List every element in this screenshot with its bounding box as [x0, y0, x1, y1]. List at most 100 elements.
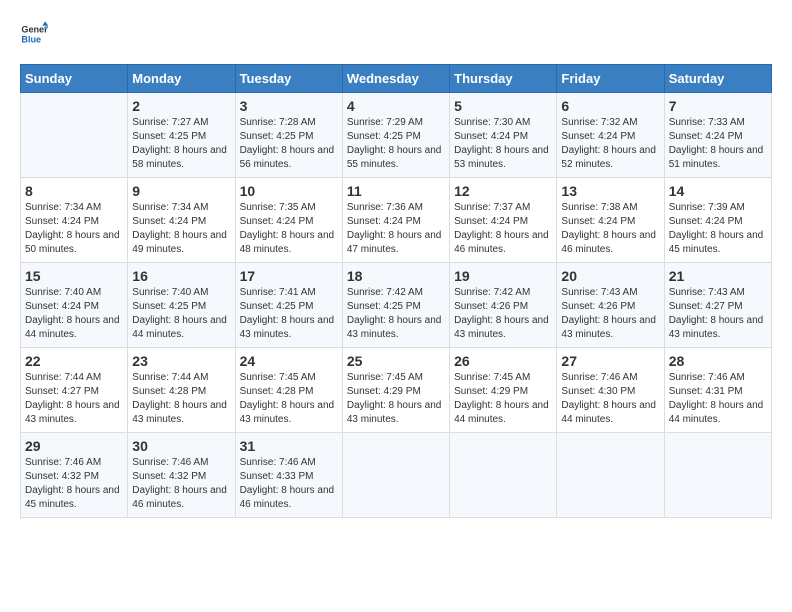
- day-info: Sunrise: 7:46 AMSunset: 4:30 PMDaylight:…: [561, 371, 659, 427]
- calendar-cell: 2 Sunrise: 7:27 AMSunset: 4:25 PMDaylight…: [128, 93, 235, 178]
- day-info: Sunrise: 7:30 AMSunset: 4:24 PMDaylight:…: [454, 116, 552, 172]
- day-info: Sunrise: 7:38 AMSunset: 4:24 PMDaylight:…: [561, 201, 659, 257]
- svg-text:Blue: Blue: [21, 34, 41, 44]
- day-number: 4: [347, 98, 445, 114]
- day-info: Sunrise: 7:40 AMSunset: 4:25 PMDaylight:…: [132, 286, 230, 342]
- calendar-cell: [664, 433, 771, 518]
- day-number: 24: [240, 353, 338, 369]
- day-info: Sunrise: 7:27 AMSunset: 4:25 PMDaylight:…: [132, 116, 230, 172]
- day-header-saturday: Saturday: [664, 65, 771, 93]
- day-number: 28: [669, 353, 767, 369]
- logo: General Blue: [20, 20, 48, 48]
- calendar-cell: 28 Sunrise: 7:46 AMSunset: 4:31 PMDayligh…: [664, 348, 771, 433]
- calendar-cell: [21, 93, 128, 178]
- calendar-cell: 19Sunrise: 7:42 AMSunset: 4:26 PMDayligh…: [450, 263, 557, 348]
- calendar-row: 15 Sunrise: 7:40 AMSunset: 4:24 PMDayligh…: [21, 263, 772, 348]
- calendar-cell: 6 Sunrise: 7:32 AMSunset: 4:24 PMDaylight…: [557, 93, 664, 178]
- day-info: Sunrise: 7:32 AMSunset: 4:24 PMDaylight:…: [561, 116, 659, 172]
- calendar-cell: 9Sunrise: 7:34 AMSunset: 4:24 PMDaylight…: [128, 178, 235, 263]
- day-number: 27: [561, 353, 659, 369]
- day-info: Sunrise: 7:35 AMSunset: 4:24 PMDaylight:…: [240, 201, 338, 257]
- day-info: Sunrise: 7:33 AMSunset: 4:24 PMDaylight:…: [669, 116, 767, 172]
- day-info: Sunrise: 7:28 AMSunset: 4:25 PMDaylight:…: [240, 116, 338, 172]
- day-header-thursday: Thursday: [450, 65, 557, 93]
- calendar-cell: 25Sunrise: 7:45 AMSunset: 4:29 PMDayligh…: [342, 348, 449, 433]
- day-info: Sunrise: 7:34 AMSunset: 4:24 PMDaylight:…: [25, 201, 123, 257]
- calendar-cell: 12 Sunrise: 7:37 AMSunset: 4:24 PMDayligh…: [450, 178, 557, 263]
- calendar-cell: 30 Sunrise: 7:46 AMSunset: 4:32 PMDayligh…: [128, 433, 235, 518]
- calendar-cell: 29Sunrise: 7:46 AMSunset: 4:32 PMDayligh…: [21, 433, 128, 518]
- day-info: Sunrise: 7:43 AMSunset: 4:27 PMDaylight:…: [669, 286, 767, 342]
- day-number: 3: [240, 98, 338, 114]
- day-number: 5: [454, 98, 552, 114]
- svg-text:General: General: [21, 25, 48, 35]
- day-number: 29: [25, 438, 123, 454]
- day-info: Sunrise: 7:39 AMSunset: 4:24 PMDaylight:…: [669, 201, 767, 257]
- day-header-friday: Friday: [557, 65, 664, 93]
- calendar-row: 22 Sunrise: 7:44 AMSunset: 4:27 PMDayligh…: [21, 348, 772, 433]
- calendar-cell: 5 Sunrise: 7:30 AMSunset: 4:24 PMDaylight…: [450, 93, 557, 178]
- day-number: 31: [240, 438, 338, 454]
- day-number: 8: [25, 183, 123, 199]
- day-number: 9: [132, 183, 230, 199]
- calendar-cell: [450, 433, 557, 518]
- calendar-cell: 13Sunrise: 7:38 AMSunset: 4:24 PMDayligh…: [557, 178, 664, 263]
- day-info: Sunrise: 7:45 AMSunset: 4:29 PMDaylight:…: [347, 371, 445, 427]
- day-header-sunday: Sunday: [21, 65, 128, 93]
- calendar-table: SundayMondayTuesdayWednesdayThursdayFrid…: [20, 64, 772, 518]
- day-info: Sunrise: 7:46 AMSunset: 4:32 PMDaylight:…: [132, 456, 230, 512]
- day-info: Sunrise: 7:40 AMSunset: 4:24 PMDaylight:…: [25, 286, 123, 342]
- day-number: 11: [347, 183, 445, 199]
- day-info: Sunrise: 7:42 AMSunset: 4:25 PMDaylight:…: [347, 286, 445, 342]
- calendar-cell: 16 Sunrise: 7:40 AMSunset: 4:25 PMDayligh…: [128, 263, 235, 348]
- calendar-cell: 10 Sunrise: 7:35 AMSunset: 4:24 PMDayligh…: [235, 178, 342, 263]
- calendar-row: 29 Sunrise: 7:46 AMSunset: 4:32 PMDayligh…: [21, 433, 772, 518]
- day-number: 12: [454, 183, 552, 199]
- day-info: Sunrise: 7:29 AMSunset: 4:25 PMDaylight:…: [347, 116, 445, 172]
- day-number: 2: [132, 98, 230, 114]
- day-info: Sunrise: 7:37 AMSunset: 4:24 PMDaylight:…: [454, 201, 552, 257]
- day-number: 30: [132, 438, 230, 454]
- day-number: 21: [669, 268, 767, 284]
- days-header-row: SundayMondayTuesdayWednesdayThursdayFrid…: [21, 65, 772, 93]
- calendar-cell: [342, 433, 449, 518]
- day-info: Sunrise: 7:45 AMSunset: 4:28 PMDaylight:…: [240, 371, 338, 427]
- calendar-cell: 8 Sunrise: 7:34 AMSunset: 4:24 PMDaylight…: [21, 178, 128, 263]
- logo-icon: General Blue: [20, 20, 48, 48]
- calendar-row: 2 Sunrise: 7:27 AMSunset: 4:25 PMDaylight…: [21, 93, 772, 178]
- day-number: 17: [240, 268, 338, 284]
- calendar-cell: 26Sunrise: 7:45 AMSunset: 4:29 PMDayligh…: [450, 348, 557, 433]
- day-number: 22: [25, 353, 123, 369]
- day-info: Sunrise: 7:44 AMSunset: 4:28 PMDaylight:…: [132, 371, 230, 427]
- day-number: 20: [561, 268, 659, 284]
- calendar-cell: 14 Sunrise: 7:39 AMSunset: 4:24 PMDayligh…: [664, 178, 771, 263]
- day-number: 6: [561, 98, 659, 114]
- calendar-cell: 20 Sunrise: 7:43 AMSunset: 4:26 PMDayligh…: [557, 263, 664, 348]
- calendar-cell: 23 Sunrise: 7:44 AMSunset: 4:28 PMDayligh…: [128, 348, 235, 433]
- day-header-wednesday: Wednesday: [342, 65, 449, 93]
- day-info: Sunrise: 7:36 AMSunset: 4:24 PMDaylight:…: [347, 201, 445, 257]
- day-info: Sunrise: 7:44 AMSunset: 4:27 PMDaylight:…: [25, 371, 123, 427]
- calendar-cell: 22 Sunrise: 7:44 AMSunset: 4:27 PMDayligh…: [21, 348, 128, 433]
- day-info: Sunrise: 7:46 AMSunset: 4:31 PMDaylight:…: [669, 371, 767, 427]
- calendar-cell: 27 Sunrise: 7:46 AMSunset: 4:30 PMDayligh…: [557, 348, 664, 433]
- day-info: Sunrise: 7:41 AMSunset: 4:25 PMDaylight:…: [240, 286, 338, 342]
- calendar-cell: 31Sunrise: 7:46 AMSunset: 4:33 PMDayligh…: [235, 433, 342, 518]
- day-number: 7: [669, 98, 767, 114]
- calendar-cell: 24 Sunrise: 7:45 AMSunset: 4:28 PMDayligh…: [235, 348, 342, 433]
- day-number: 10: [240, 183, 338, 199]
- day-number: 26: [454, 353, 552, 369]
- day-number: 23: [132, 353, 230, 369]
- calendar-cell: 18Sunrise: 7:42 AMSunset: 4:25 PMDayligh…: [342, 263, 449, 348]
- calendar-cell: 21 Sunrise: 7:43 AMSunset: 4:27 PMDayligh…: [664, 263, 771, 348]
- calendar-cell: 11 Sunrise: 7:36 AMSunset: 4:24 PMDayligh…: [342, 178, 449, 263]
- day-number: 19: [454, 268, 552, 284]
- day-number: 15: [25, 268, 123, 284]
- calendar-row: 8 Sunrise: 7:34 AMSunset: 4:24 PMDaylight…: [21, 178, 772, 263]
- calendar-cell: 15 Sunrise: 7:40 AMSunset: 4:24 PMDayligh…: [21, 263, 128, 348]
- day-number: 16: [132, 268, 230, 284]
- calendar-cell: [557, 433, 664, 518]
- day-number: 14: [669, 183, 767, 199]
- day-info: Sunrise: 7:43 AMSunset: 4:26 PMDaylight:…: [561, 286, 659, 342]
- calendar-cell: 17 Sunrise: 7:41 AMSunset: 4:25 PMDayligh…: [235, 263, 342, 348]
